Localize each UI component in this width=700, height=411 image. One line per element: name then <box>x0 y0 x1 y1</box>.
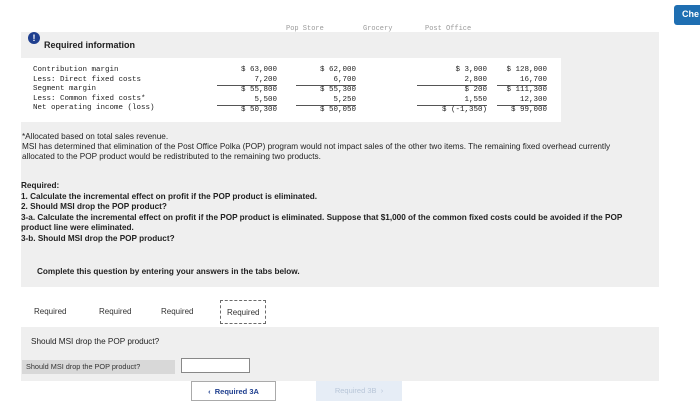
table-cell: $ 99,000 <box>510 106 547 114</box>
table-column-total: $ 128,000 16,700 $ 111,300 12,300 $ 99,0… <box>497 66 547 116</box>
table-column-post-office: $ 3,000 2,800 $ 200 1,550 $ (-1,350) <box>417 66 487 116</box>
table-cell: 12,300 <box>497 96 547 106</box>
tab-required-1[interactable]: Required 1 <box>34 300 66 340</box>
previous-tab-label: Required 3A <box>214 387 259 396</box>
table-cell: $ 111,300 <box>506 86 547 94</box>
column-header-pop-store: Pop Store <box>286 25 324 33</box>
table-cell: 5,250 <box>296 96 356 106</box>
table-cell: 5,500 <box>217 96 277 106</box>
column-header-grocery: Grocery <box>363 25 393 33</box>
table-column-pop-store: $ 63,000 7,200 $ 55,800 5,500 $ 50,300 <box>217 66 277 116</box>
question-text: Should MSI drop the POP product? <box>31 337 160 346</box>
previous-tab-button[interactable]: ‹ Required 3A <box>191 381 276 401</box>
check-button[interactable]: Che <box>674 5 700 25</box>
tab-required-2[interactable]: Required 2 <box>99 300 131 340</box>
column-header-post-office: Post Office <box>425 25 472 33</box>
income-table: Contribution margin Less: Direct fixed c… <box>21 58 561 122</box>
tab-required-3a[interactable]: Required 3A <box>161 300 193 340</box>
table-cell: $ 63,000 <box>240 66 277 74</box>
table-cell: 16,700 <box>497 76 547 86</box>
row-label: Segment margin <box>33 85 97 93</box>
tab-required-3b[interactable]: Required 3B <box>220 300 267 341</box>
required-section: Required: 1. Calculate the incremental e… <box>21 181 646 244</box>
answer-row-label: Should MSI drop the POP product? <box>22 360 175 374</box>
required-item: 3-b. Should MSI drop the POP product? <box>21 233 175 243</box>
table-column-grocery: $ 62,000 6,700 $ 55,300 5,250 $ 50,050 <box>296 66 356 116</box>
table-cell: 7,200 <box>217 76 277 86</box>
table-cell: 2,800 <box>417 76 487 86</box>
required-item: 3-a. Calculate the incremental effect on… <box>21 212 623 233</box>
table-cell: 1,550 <box>417 96 487 106</box>
table-cell: 6,700 <box>296 76 356 86</box>
row-label: Less: Direct fixed costs <box>33 75 142 84</box>
table-cell: $ 128,000 <box>506 66 547 74</box>
table-cell: $ 62,000 <box>319 66 356 74</box>
answer-dropdown[interactable] <box>181 358 250 373</box>
next-tab-label: Required 3B <box>334 386 377 395</box>
table-cell: $ 50,300 <box>240 106 277 114</box>
instruction-text: Complete this question by entering your … <box>37 267 300 276</box>
table-cell: $ 200 <box>464 86 487 94</box>
chevron-left-icon: ‹ <box>208 387 211 396</box>
note-line: *Allocated based on total sales revenue. <box>22 132 169 141</box>
table-cell: $ (-1,350) <box>441 106 487 114</box>
chevron-right-icon: › <box>380 386 384 395</box>
row-label: Less: Common fixed costs* <box>33 94 146 103</box>
required-heading: Required: <box>21 181 60 190</box>
allocation-note: *Allocated based on total sales revenue.… <box>22 132 622 162</box>
row-label: Net operating income (loss) <box>33 104 155 112</box>
next-tab-button[interactable]: Required 3B › <box>316 381 402 401</box>
info-icon: ! <box>28 32 40 44</box>
table-cell: $ 3,000 <box>455 66 487 74</box>
row-label: Contribution margin <box>33 66 119 74</box>
table-cell: $ 55,300 <box>319 86 356 94</box>
note-line: MSI has determined that elimination of t… <box>22 142 611 161</box>
required-item: 2. Should MSI drop the POP product? <box>21 202 167 211</box>
required-item: 1. Calculate the incremental effect on p… <box>21 191 318 201</box>
required-information-title: Required information <box>44 40 136 50</box>
table-cell: $ 50,050 <box>319 106 356 114</box>
table-cell: $ 55,800 <box>240 86 277 94</box>
